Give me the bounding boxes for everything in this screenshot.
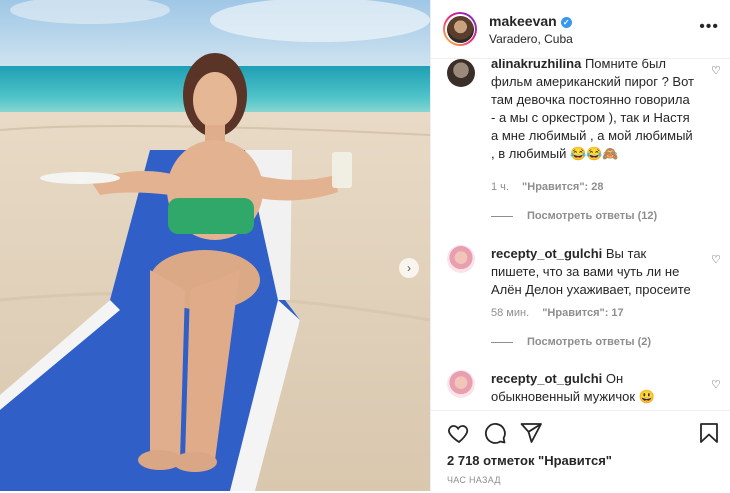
avatar[interactable]	[447, 59, 475, 87]
comment-icon[interactable]	[483, 421, 507, 445]
comments-list[interactable]: alinakruzhilina Помните был фильм америк…	[431, 59, 730, 409]
comment-text-block: recepty_ot_gulchi Он обыкновенный мужичо…	[491, 370, 696, 406]
post-location[interactable]: Varadero, Cuba	[489, 32, 573, 46]
comment-text: Помните был фильм американский пирог ? В…	[491, 59, 694, 161]
view-replies-button[interactable]: Посмотреть ответы (12)	[491, 210, 657, 222]
beach-photo	[0, 0, 430, 491]
post-likes-count[interactable]: 2 718 отметок "Нравится"	[447, 453, 612, 468]
comment-likes[interactable]: "Нравится": 28	[522, 181, 603, 193]
post-timestamp[interactable]: ЧАС НАЗАД	[447, 475, 501, 485]
post-details-panel: makeevan ✓ Varadero, Cuba ••• alinakruzhi…	[430, 0, 730, 491]
chevron-right-icon[interactable]: ›	[399, 258, 419, 278]
heart-icon[interactable]	[447, 421, 471, 445]
replies-divider	[491, 341, 513, 343]
post-header: makeevan ✓ Varadero, Cuba •••	[431, 0, 730, 59]
comment-username[interactable]: alinakruzhilina	[491, 59, 581, 71]
like-comment-heart-icon[interactable]: ♡	[711, 64, 721, 77]
comment-text-block: alinakruzhilina Помните был фильм америк…	[491, 59, 696, 163]
view-replies-button[interactable]: Посмотреть ответы (2)	[491, 336, 651, 348]
post-username[interactable]: makeevan ✓	[489, 13, 572, 29]
post-actions-bar: 2 718 отметок "Нравится" ЧАС НАЗАД	[431, 410, 730, 493]
paper-plane-icon[interactable]	[519, 421, 543, 445]
comment-username[interactable]: recepty_ot_gulchi	[491, 246, 602, 261]
verified-badge-icon: ✓	[560, 17, 572, 28]
avatar-image	[446, 15, 474, 43]
avatar[interactable]	[447, 245, 475, 273]
comment-text-block: recepty_ot_gulchi Вы так пишете, что за …	[491, 245, 696, 299]
username-text: makeevan	[489, 13, 557, 29]
comment-username[interactable]: recepty_ot_gulchi	[491, 371, 602, 386]
comment-meta: 58 мин. "Нравится": 17	[491, 307, 634, 319]
view-replies-label: Посмотреть ответы (2)	[527, 336, 652, 348]
comment-time: 58 мин.	[491, 307, 530, 319]
avatar[interactable]	[447, 370, 475, 398]
post-photo[interactable]: ›	[0, 0, 430, 491]
bookmark-icon[interactable]	[697, 421, 721, 445]
comment-likes[interactable]: "Нравится": 17	[542, 307, 623, 319]
like-comment-heart-icon[interactable]: ♡	[711, 378, 721, 391]
replies-divider	[491, 215, 513, 217]
view-replies-label: Посмотреть ответы (12)	[527, 210, 658, 222]
like-comment-heart-icon[interactable]: ♡	[711, 253, 721, 266]
comment-meta: 1 ч. "Нравится": 28	[491, 181, 614, 193]
avatar[interactable]	[443, 12, 477, 46]
comment-time: 1 ч.	[491, 181, 509, 193]
more-options-icon[interactable]: •••	[699, 18, 719, 36]
